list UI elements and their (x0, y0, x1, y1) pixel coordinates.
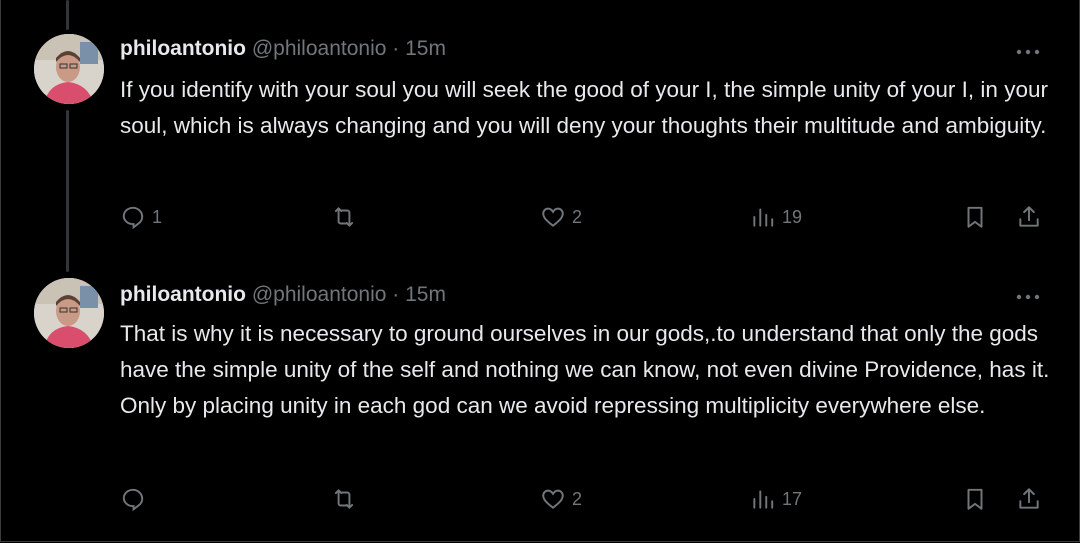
bookmark-icon (967, 488, 983, 510)
views-button[interactable]: 17 (750, 482, 802, 516)
views-button[interactable]: 19 (750, 200, 802, 234)
tweet-actions: 2 17 (0, 482, 1080, 516)
display-name[interactable]: philoantonio (120, 37, 246, 60)
user-handle[interactable]: @philoantonio (252, 37, 387, 60)
user-handle[interactable]: @philoantonio (252, 283, 387, 306)
more-icon[interactable] (1014, 287, 1042, 307)
avatar[interactable] (34, 34, 104, 104)
like-count: 2 (572, 488, 583, 509)
tweet[interactable]: philoantonio @philoantonio · 15m If you … (0, 0, 1080, 270)
retweet-button[interactable] (330, 200, 364, 234)
display-name[interactable]: philoantonio (120, 283, 246, 306)
like-icon (542, 207, 564, 227)
tweet-header: philoantonio @philoantonio · 15m (120, 37, 446, 61)
tweet[interactable]: philoantonio @philoantonio · 15m That is… (0, 270, 1080, 540)
retweet-icon (334, 489, 354, 509)
retweet-button[interactable] (330, 482, 364, 516)
tweet-header: philoantonio @philoantonio · 15m (120, 283, 446, 307)
reply-icon (122, 488, 144, 512)
avatar[interactable] (34, 278, 104, 348)
more-icon[interactable] (1014, 42, 1042, 62)
timestamp[interactable]: 15m (405, 283, 446, 306)
tweet-text: That is why it is necessary to ground ou… (120, 321, 1050, 418)
tweet-text: If you identify with your soul you will … (120, 77, 1048, 138)
views-icon (753, 208, 774, 227)
views-icon (753, 490, 774, 509)
like-button[interactable]: 2 (540, 482, 582, 516)
bookmark-button[interactable] (962, 200, 988, 234)
share-icon (1019, 206, 1039, 227)
share-icon (1019, 488, 1039, 509)
like-count: 2 (572, 206, 583, 227)
retweet-icon (334, 207, 354, 227)
like-button[interactable]: 2 (540, 200, 582, 234)
separator-dot: · (392, 37, 400, 60)
separator-dot: · (392, 283, 400, 306)
reply-button[interactable] (120, 482, 152, 516)
view-count: 17 (782, 488, 803, 509)
tweet-actions: 1 2 19 (0, 200, 1080, 234)
bookmark-icon (967, 206, 983, 228)
view-count: 19 (782, 206, 803, 227)
bookmark-button[interactable] (962, 482, 988, 516)
timestamp[interactable]: 15m (405, 37, 446, 60)
reply-icon (122, 206, 144, 230)
share-button[interactable] (1016, 200, 1042, 234)
reply-count: 1 (152, 206, 163, 227)
reply-button[interactable]: 1 (120, 200, 162, 234)
like-icon (542, 489, 564, 509)
share-button[interactable] (1016, 482, 1042, 516)
